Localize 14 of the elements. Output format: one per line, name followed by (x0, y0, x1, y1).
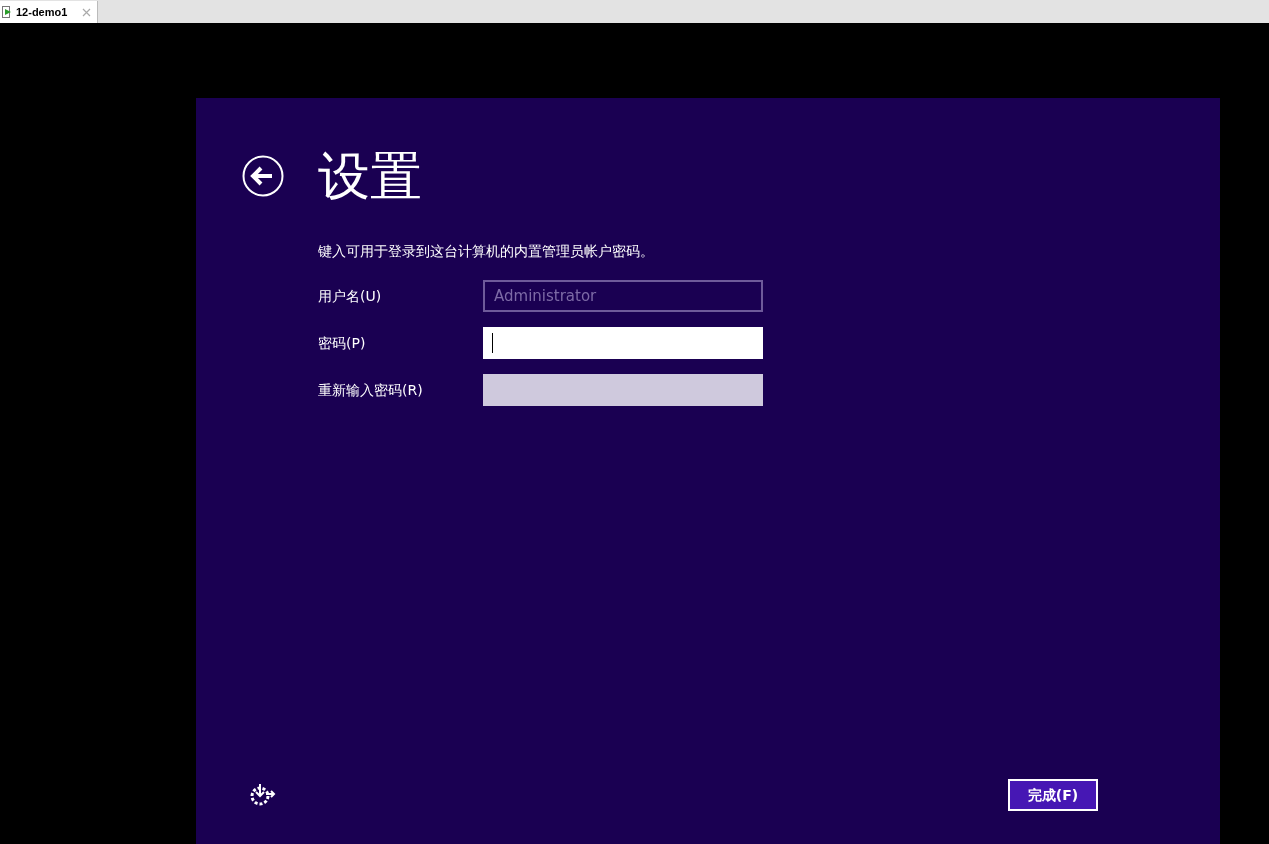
accessibility-icon[interactable] (250, 783, 276, 807)
close-icon[interactable] (82, 7, 91, 17)
input-field[interactable]: Administrator (483, 280, 763, 312)
field-label: 密码(P) (318, 333, 367, 353)
description-text: 键入可用于登录到这台计算机的内置管理员帐户密码。 (318, 242, 655, 261)
document-tab[interactable]: 12-demo1 (0, 1, 98, 23)
field-label: 用户名(U) (318, 286, 383, 306)
finish-button[interactable]: 完成(F) (1008, 779, 1098, 811)
input-field[interactable] (483, 327, 763, 359)
tab-title: 12-demo1 (16, 4, 68, 20)
field-label: 重新输入密码(R) (318, 380, 424, 400)
input-field[interactable] (483, 374, 763, 406)
play-icon (2, 6, 12, 18)
page-title: 设置 (318, 145, 422, 208)
